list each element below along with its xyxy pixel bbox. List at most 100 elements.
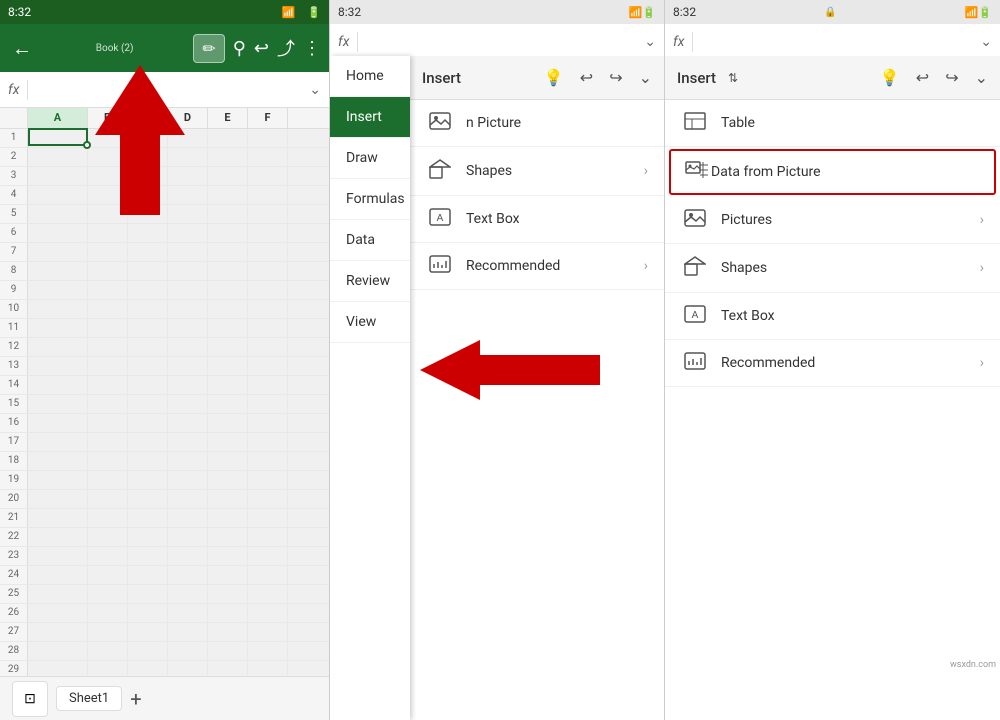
cell[interactable] xyxy=(128,623,168,641)
cell[interactable] xyxy=(88,148,128,166)
cell[interactable] xyxy=(168,566,208,584)
cell[interactable] xyxy=(28,319,88,337)
cell[interactable] xyxy=(248,452,288,470)
cell[interactable] xyxy=(168,129,208,147)
cell[interactable] xyxy=(208,167,248,185)
cell[interactable] xyxy=(168,338,208,356)
cell[interactable] xyxy=(208,281,248,299)
cell[interactable] xyxy=(128,395,168,413)
cell[interactable] xyxy=(248,167,288,185)
cell[interactable] xyxy=(248,395,288,413)
cell[interactable] xyxy=(168,186,208,204)
cell[interactable] xyxy=(88,471,128,489)
cell[interactable] xyxy=(248,566,288,584)
cell[interactable] xyxy=(128,566,168,584)
cell[interactable] xyxy=(28,186,88,204)
cell[interactable] xyxy=(208,376,248,394)
sheet1-tab[interactable]: Sheet1 xyxy=(56,686,122,711)
cell[interactable] xyxy=(168,395,208,413)
cell[interactable] xyxy=(128,224,168,242)
cell[interactable] xyxy=(248,528,288,546)
cell[interactable] xyxy=(208,452,248,470)
cell[interactable] xyxy=(248,224,288,242)
cell[interactable] xyxy=(248,509,288,527)
cell[interactable] xyxy=(208,433,248,451)
cell[interactable] xyxy=(88,642,128,660)
insert-item-textbox-3[interactable]: A Text Box xyxy=(665,293,1000,340)
col-D[interactable]: D xyxy=(168,108,208,128)
col-F[interactable]: F xyxy=(248,108,288,128)
cell[interactable] xyxy=(248,471,288,489)
cell[interactable] xyxy=(88,186,128,204)
insert-item-textbox[interactable]: A Text Box xyxy=(410,196,664,243)
cell[interactable] xyxy=(208,129,248,147)
cell[interactable] xyxy=(168,623,208,641)
cell[interactable] xyxy=(128,376,168,394)
cell[interactable] xyxy=(248,300,288,318)
insert-item-data-from-picture[interactable]: Data from Picture xyxy=(669,149,996,195)
cell[interactable] xyxy=(128,604,168,622)
cell[interactable] xyxy=(28,547,88,565)
cell[interactable] xyxy=(28,243,88,261)
cell[interactable] xyxy=(128,509,168,527)
cell[interactable] xyxy=(28,281,88,299)
cell[interactable] xyxy=(28,414,88,432)
cell[interactable] xyxy=(208,300,248,318)
cell[interactable] xyxy=(128,167,168,185)
cell[interactable] xyxy=(248,338,288,356)
cell[interactable] xyxy=(28,338,88,356)
cell[interactable] xyxy=(208,338,248,356)
menu-home[interactable]: Home xyxy=(330,56,410,97)
cell[interactable] xyxy=(168,585,208,603)
insert-item-shapes[interactable]: Shapes › xyxy=(410,147,664,196)
cell[interactable] xyxy=(168,490,208,508)
cell[interactable] xyxy=(88,452,128,470)
cell[interactable] xyxy=(128,585,168,603)
insert-item-pictures[interactable]: Pictures › xyxy=(665,197,1000,244)
menu-data[interactable]: Data xyxy=(330,220,410,261)
lightbulb-icon-3[interactable]: 💡 xyxy=(880,68,900,87)
cell[interactable] xyxy=(88,281,128,299)
cell[interactable] xyxy=(248,319,288,337)
col-C[interactable]: C xyxy=(128,108,168,128)
cell[interactable] xyxy=(168,357,208,375)
cell[interactable] xyxy=(168,452,208,470)
cell[interactable] xyxy=(88,604,128,622)
dropdown-icon-3[interactable]: ⌄ xyxy=(975,68,988,87)
cell[interactable] xyxy=(88,433,128,451)
cell[interactable] xyxy=(248,281,288,299)
redo-icon-3[interactable]: ↪ xyxy=(945,68,958,87)
cell[interactable] xyxy=(248,433,288,451)
cell[interactable] xyxy=(88,566,128,584)
cell[interactable] xyxy=(248,129,288,147)
cell[interactable] xyxy=(128,490,168,508)
cell[interactable] xyxy=(128,148,168,166)
share-button[interactable]: ⤴ xyxy=(277,35,295,61)
cell[interactable] xyxy=(168,642,208,660)
col-E[interactable]: E xyxy=(208,108,248,128)
cell[interactable] xyxy=(208,205,248,223)
menu-draw[interactable]: Draw xyxy=(330,138,410,179)
cell[interactable] xyxy=(168,547,208,565)
cell[interactable] xyxy=(168,205,208,223)
cell[interactable] xyxy=(28,224,88,242)
cell[interactable] xyxy=(28,300,88,318)
add-sheet-button[interactable]: + xyxy=(130,687,141,711)
cell[interactable] xyxy=(208,243,248,261)
cell[interactable] xyxy=(248,490,288,508)
more-button[interactable]: ⋮ xyxy=(303,38,321,59)
cell[interactable] xyxy=(208,623,248,641)
cell[interactable] xyxy=(28,585,88,603)
cell[interactable] xyxy=(88,338,128,356)
cell[interactable] xyxy=(88,585,128,603)
cell[interactable] xyxy=(168,509,208,527)
cell[interactable] xyxy=(208,604,248,622)
cell[interactable] xyxy=(128,642,168,660)
cell[interactable] xyxy=(28,623,88,641)
cell[interactable] xyxy=(88,224,128,242)
cell[interactable] xyxy=(28,148,88,166)
cell[interactable] xyxy=(248,547,288,565)
cell[interactable] xyxy=(128,528,168,546)
undo-button[interactable]: ↩ xyxy=(254,38,269,59)
menu-insert[interactable]: Insert xyxy=(330,97,410,138)
